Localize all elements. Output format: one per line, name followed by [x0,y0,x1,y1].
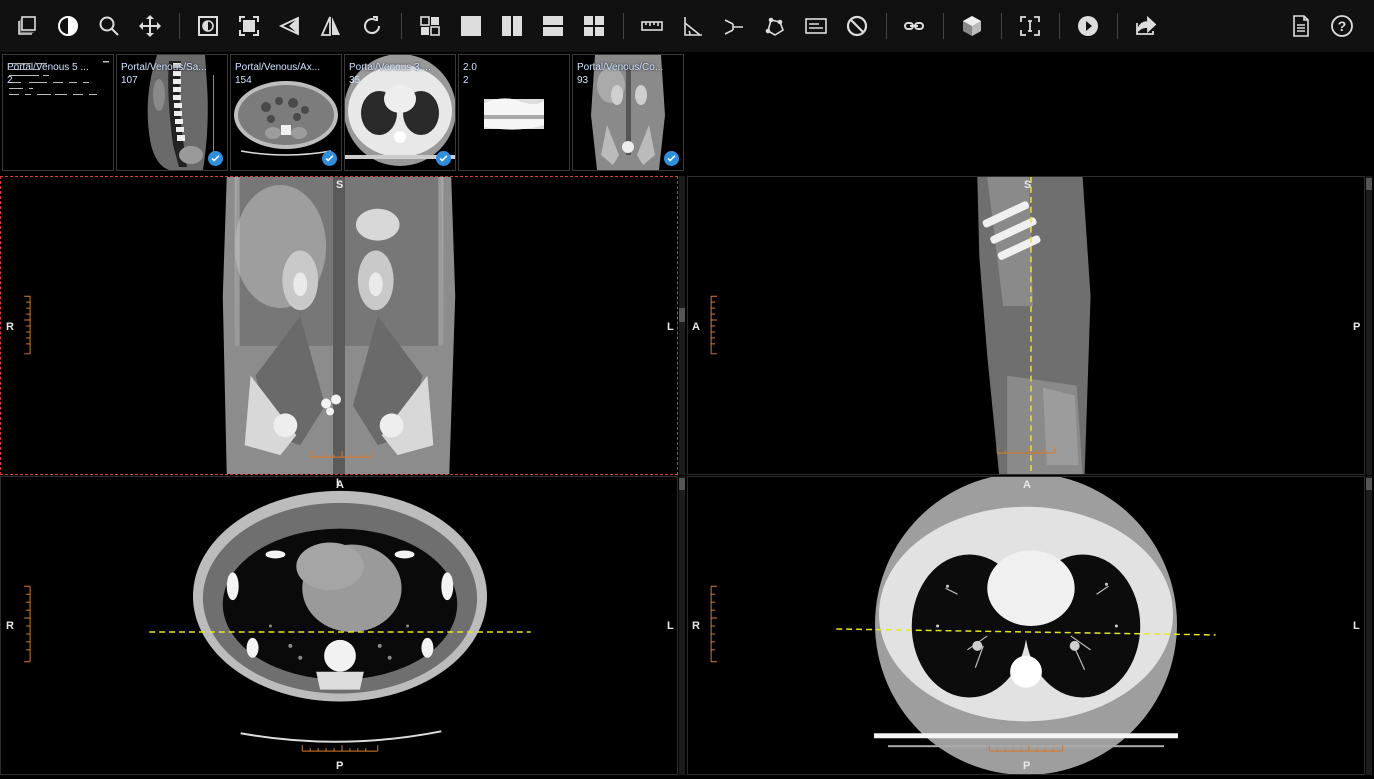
orientation-bottom: P [336,760,344,772]
stack-icon[interactable] [12,11,42,41]
orientation-right: L [667,321,674,333]
orientation-right: P [1353,321,1361,333]
report-icon[interactable] [1286,11,1316,41]
thumbnail-series-label: Portal/Venous/Co... [577,62,664,73]
series-thumbnail[interactable]: Portal/Venous/Ax... 154 [230,54,342,171]
thumbnail-image-count: 154 [235,75,252,86]
selected-check-icon [322,151,337,166]
freehand-roi-icon[interactable] [760,11,790,41]
viewport-coronal[interactable]: S R L [0,176,678,475]
viewport-axial-soft-tissue[interactable]: A R L P [0,476,678,775]
series-thumbnail[interactable]: Portal/Venous 3.... 35 [344,54,456,171]
rotate-icon[interactable] [357,11,387,41]
orientation-left: R [6,321,14,333]
zoom-icon[interactable] [94,11,124,41]
viewport-scrollbar[interactable] [679,476,685,775]
series-thumbnail[interactable]: Portal/Venous/Sa... 107 [116,54,228,171]
pan-icon[interactable] [135,11,165,41]
contrast-icon[interactable] [53,11,83,41]
orientation-top: A [1023,479,1031,491]
layout-2x2-icon[interactable] [579,11,609,41]
angle-icon[interactable] [678,11,708,41]
thumbnail-image-count: 2 [7,75,13,86]
orientation-top: S [336,179,344,191]
thumbnail-series-label: Portal/Venous 3.... [349,62,431,73]
thumbnail-image-count: 35 [349,75,361,86]
axial-ct-image [24,490,531,752]
thumbnail-series-label: Portal/Venous/Sa... [121,62,207,73]
viewport-axial-lung[interactable]: A R L P [687,476,1365,775]
layout-2x1-icon[interactable] [538,11,568,41]
axial-lung-ct-image [710,477,1216,774]
layout-1x1-icon[interactable] [456,11,486,41]
selected-check-icon [664,151,679,166]
viewport-scrollbar[interactable] [1366,176,1372,475]
selected-check-icon [436,151,451,166]
help-icon[interactable]: ? [1327,11,1357,41]
clear-icon[interactable] [842,11,872,41]
ruler-icon[interactable] [637,11,667,41]
flip-horizontal-icon[interactable] [316,11,346,41]
viewport-scrollbar[interactable] [679,176,685,475]
flip-vertical-icon[interactable] [275,11,305,41]
thumbnail-image-count: 93 [577,75,589,86]
orientation-left: R [6,620,14,632]
selected-check-icon [208,151,223,166]
orientation-right: L [667,620,674,632]
series-thumbnail[interactable]: 2.0 2 [458,54,570,171]
orientation-left: R [692,620,700,632]
sagittal-ct-image [710,177,1091,474]
annotation-icon[interactable] [801,11,831,41]
cube-3d-icon[interactable] [957,11,987,41]
reference-lines-icon[interactable] [1015,11,1045,41]
toolbar: ? [0,0,1374,52]
thumbnail-series-label: Portal/Venous 5 ... [7,62,89,73]
series-thumbnail[interactable]: Portal/Venous 5 ... 2 [2,54,114,171]
cobb-angle-icon[interactable] [719,11,749,41]
series-thumbnail[interactable]: Portal/Venous/Co... 93 [572,54,684,171]
share-icon[interactable] [1131,11,1161,41]
orientation-right: L [1353,620,1360,632]
layout-1x2-icon[interactable] [497,11,527,41]
thumbnail-image-count: 2 [463,75,469,86]
orientation-bottom: I [336,477,340,489]
coronal-ct-image [24,177,456,474]
layout-mpr-icon[interactable] [415,11,445,41]
orientation-top: S [1024,179,1032,191]
viewport-sagittal[interactable]: S A P [687,176,1365,475]
thumbnail-series-label: 2.0 [463,62,477,73]
invert-icon[interactable] [193,11,223,41]
play-icon[interactable] [1073,11,1103,41]
orientation-left: A [692,321,700,333]
orientation-bottom: P [1023,760,1031,772]
series-thumbnail-strip: Portal/Venous 5 ... 2 Portal/Venous/Sa..… [0,52,1374,174]
link-icon[interactable] [899,11,929,41]
thumbnail-image-count: 107 [121,75,138,86]
thumbnail-series-label: Portal/Venous/Ax... [235,62,321,73]
fit-to-window-icon[interactable] [234,11,264,41]
svg-text:?: ? [1338,18,1347,34]
viewport-scrollbar[interactable] [1366,476,1372,775]
